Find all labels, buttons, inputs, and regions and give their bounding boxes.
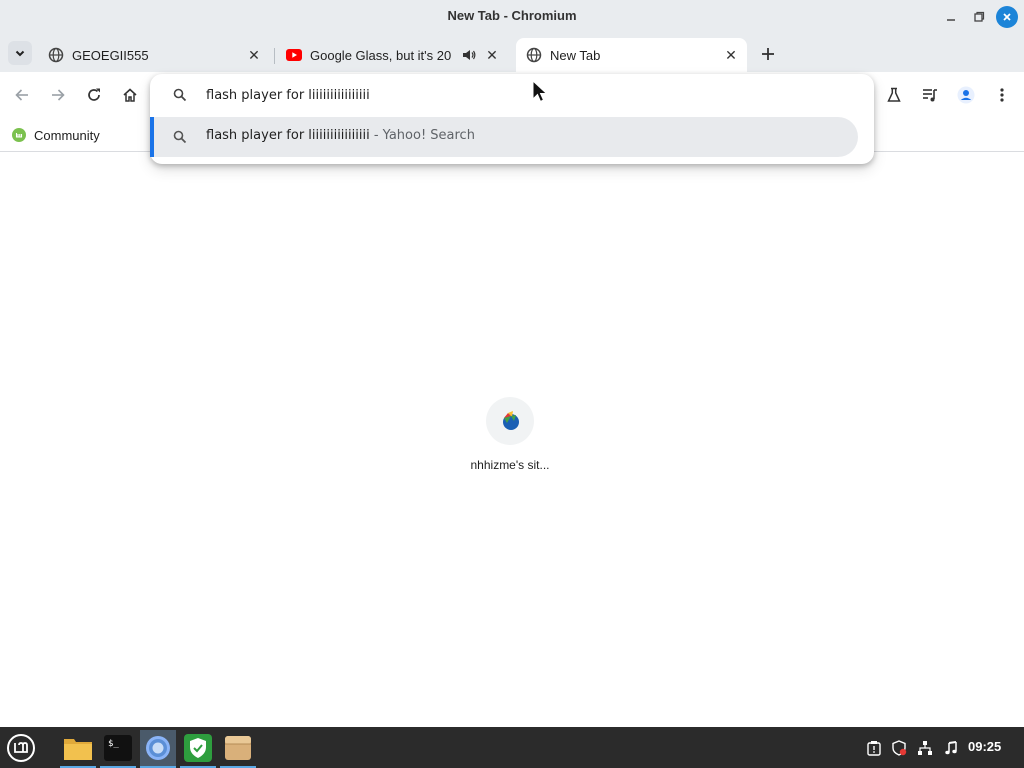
tab-search-button[interactable] [8,41,32,65]
tab-geoegii555[interactable]: GEOEGII555 ✕ [38,38,270,72]
search-icon [173,130,187,144]
queue-music-icon [923,89,937,102]
profile-button[interactable] [954,83,978,107]
taskbar-vpn[interactable] [180,730,216,768]
home-icon [123,88,137,102]
globe-icon [526,47,542,63]
menu-button[interactable] [990,83,1014,107]
chromium-icon [146,736,170,760]
speaker-icon[interactable] [460,48,478,62]
address-bar-input[interactable] [206,85,846,105]
globe-icon [48,47,64,63]
account-icon [957,86,975,104]
arrow-right-icon [52,89,65,101]
mouse-cursor-icon [532,80,548,103]
suggestion-engine: - Yahoo! Search [369,128,475,143]
maximize-button[interactable] [968,6,990,28]
omnibox-input-row [150,74,874,116]
window-titlebar: New Tab - Chromium [0,0,1024,34]
home-button[interactable] [118,83,142,107]
taskbar: $_ 09:25 [0,727,1024,768]
taskbar-terminal[interactable]: $_ [100,730,136,768]
terminal-icon: $_ [104,735,132,761]
tab-label: Google Glass, but it's 20 [310,47,452,63]
back-button[interactable] [10,83,34,107]
new-tab-button[interactable] [756,42,780,66]
tab-label: GEOEGII555 [72,47,149,63]
reload-button[interactable] [82,83,106,107]
suggestion-text: flash player for liiiiiiiiiiiiiiii - Yah… [206,128,475,143]
bookmark-community[interactable]: Community [12,125,100,145]
archive-icon [225,736,251,760]
tab-new-tab[interactable]: New Tab ✕ [516,38,747,72]
clock[interactable]: 09:25 [968,739,1001,754]
close-window-button[interactable] [996,6,1018,28]
tab-close-button[interactable]: ✕ [244,45,264,65]
taskbar-chromium[interactable] [140,730,176,768]
folder-icon [64,739,92,760]
taskbar-archive[interactable] [220,730,256,768]
linux-mint-icon [12,128,26,142]
media-control-button[interactable] [918,83,942,107]
search-icon [173,88,187,102]
youtube-icon [286,47,302,63]
omnibox-popup: flash player for liiiiiiiiiiiiiiii - Yah… [150,74,874,164]
tab-close-button[interactable]: ✕ [721,45,741,65]
plus-icon [762,48,774,60]
reload-icon [88,88,100,101]
tab-strip: GEOEGII555 ✕ Google Glass, but it's 20 ✕… [0,34,1024,72]
shortcut-label: nhhizme's sit... [470,458,550,472]
flask-icon [887,87,901,102]
shortcut-icon-circle [486,397,534,445]
tab-google-glass[interactable]: Google Glass, but it's 20 ✕ [276,38,508,72]
more-vert-icon [1000,88,1004,102]
linux-mint-menu-icon [7,734,35,762]
tab-label: New Tab [550,47,601,63]
site-favicon-icon [503,411,519,430]
minimize-button[interactable] [940,6,962,28]
forward-button[interactable] [46,83,70,107]
arrow-left-icon [15,89,28,101]
labs-button[interactable] [882,83,906,107]
selection-indicator [150,117,154,157]
tab-separator [274,48,275,64]
clipboard-tray-icon[interactable] [864,738,884,758]
update-shield-tray-icon[interactable] [889,738,909,758]
taskbar-files[interactable] [60,730,96,768]
omnibox-suggestion[interactable]: flash player for liiiiiiiiiiiiiiii - Yah… [150,117,858,157]
suggestion-query: flash player for liiiiiiiiiiiiiiii [206,128,370,143]
svg-text:$_: $_ [108,739,119,749]
start-menu-button[interactable] [3,730,39,766]
bookmark-label: Community [34,127,100,143]
network-tray-icon[interactable] [915,738,935,758]
tab-close-button[interactable]: ✕ [482,45,502,65]
chevron-down-icon [15,50,25,57]
new-tab-page: nhhizme's sit... [0,153,1024,727]
shield-icon [184,734,212,762]
window-title: New Tab - Chromium [447,8,577,23]
sound-tray-icon[interactable] [941,738,961,758]
shortcut-tile[interactable]: nhhizme's sit... [462,397,558,481]
